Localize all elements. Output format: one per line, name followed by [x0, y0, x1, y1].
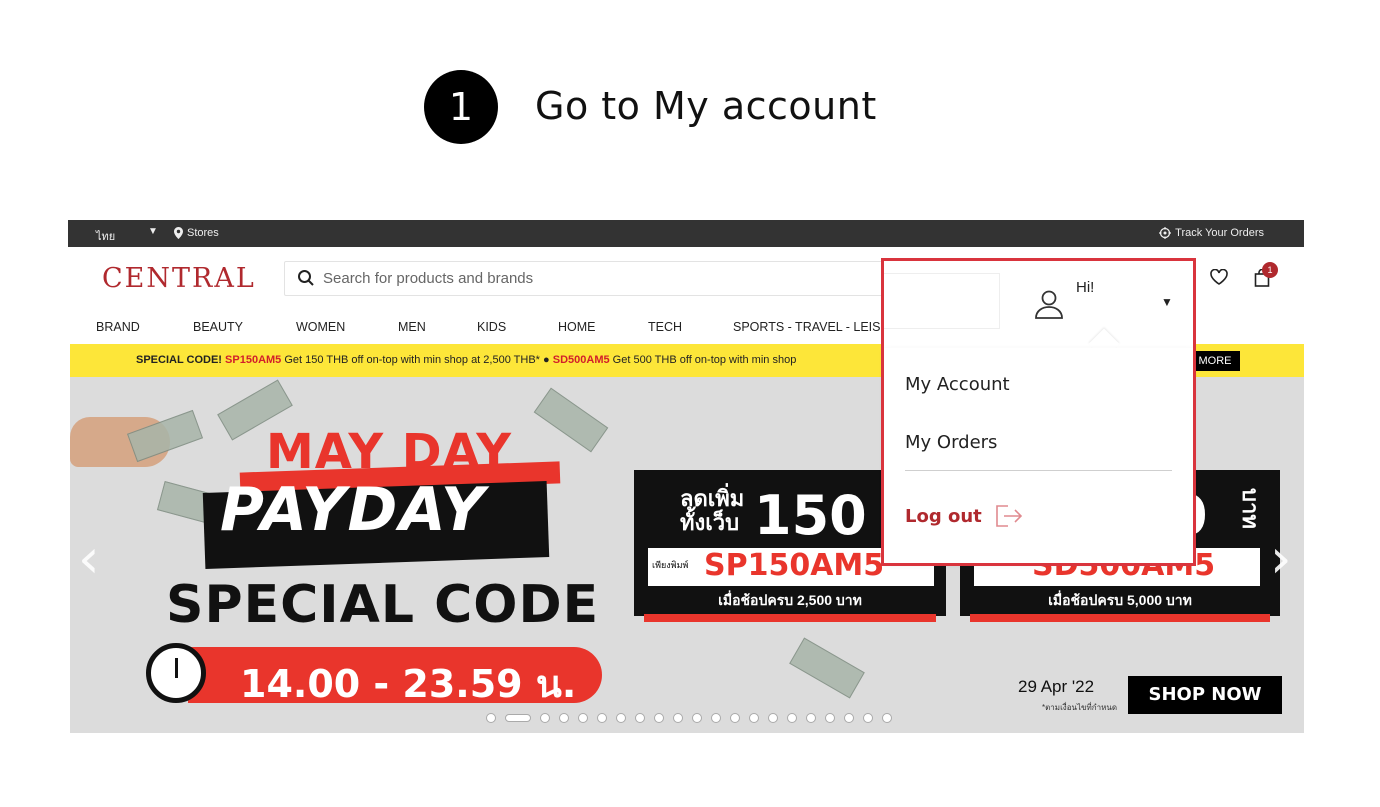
alarm-clock-icon [146, 643, 206, 703]
banner-heading-special-code: SPECIAL CODE [166, 575, 600, 635]
ticket-2-unit: บาท [1237, 488, 1262, 529]
nav-item-kids[interactable]: KIDS [477, 320, 506, 334]
carousel-dot[interactable] [654, 713, 664, 723]
utility-bar: ไทย ▼ Stores Track Your Orders [68, 220, 1304, 247]
banner-date: 29 Apr '22 [1018, 677, 1095, 696]
location-pin-icon [174, 227, 183, 239]
promo-text: SPECIAL CODE! SP150AM5 Get 150 THB off o… [136, 354, 796, 366]
central-logo[interactable]: CENTRAL [102, 263, 256, 294]
carousel-dot[interactable] [616, 713, 626, 723]
heart-icon[interactable] [1210, 269, 1228, 285]
carousel-dot[interactable] [578, 713, 588, 723]
promo-desc-2: Get 500 THB off on-top with min shop [612, 354, 797, 366]
promo-bullet: ● [543, 354, 550, 366]
banknote-image [533, 387, 609, 453]
nav-item-women[interactable]: WOMEN [296, 320, 345, 334]
promo-code-1: SP150AM5 [225, 354, 282, 366]
step-title: Go to My account [535, 84, 877, 128]
track-orders-label: Track Your Orders [1175, 227, 1264, 239]
carousel-dot[interactable] [844, 713, 854, 723]
search-icon[interactable] [297, 269, 315, 287]
ticket-1-condition: เมื่อช้อปครบ 2,500 บาท [718, 592, 862, 608]
highlight-frame [881, 258, 1196, 566]
promo-lead: SPECIAL CODE! [136, 354, 222, 366]
carousel-dot[interactable] [749, 713, 759, 723]
target-icon [1159, 227, 1172, 239]
nav-item-home[interactable]: HOME [558, 320, 596, 334]
ticket-2-condition: เมื่อช้อปครบ 5,000 บาท [1048, 592, 1192, 608]
banknote-image [789, 637, 865, 699]
banner-time: 14.00 - 23.59 น. [240, 662, 577, 706]
carousel-dot[interactable] [711, 713, 721, 723]
nav-item-tech[interactable]: TECH [648, 320, 682, 334]
ticket-1-text: ลดเพิ่ม ทั้งเว็บ [680, 488, 744, 536]
banner-heading-payday: PAYDAY [220, 475, 487, 545]
chevron-right-icon[interactable]: › [1270, 527, 1292, 590]
chevron-left-icon[interactable]: ‹ [78, 527, 100, 590]
carousel-dot[interactable] [692, 713, 702, 723]
ticket-red-stripe [644, 614, 936, 622]
carousel-dot[interactable] [787, 713, 797, 723]
banner-date-note: *ตามเงื่อนไขที่กำหนด [1042, 703, 1118, 712]
ticket-1-line-a: ลดเพิ่ม [680, 487, 745, 512]
carousel-dot[interactable] [730, 713, 740, 723]
carousel-dot[interactable] [559, 713, 569, 723]
carousel-dot[interactable] [825, 713, 835, 723]
carousel-dots [486, 713, 892, 723]
nav-item-sports-travel[interactable]: SPORTS - TRAVEL - LEIS [733, 320, 881, 334]
shop-now-button[interactable]: SHOP NOW [1128, 676, 1282, 714]
chevron-down-icon[interactable]: ▼ [148, 226, 158, 237]
carousel-dot[interactable] [635, 713, 645, 723]
stores-label: Stores [187, 227, 219, 239]
search-input[interactable] [323, 262, 883, 295]
carousel-dot[interactable] [806, 713, 816, 723]
promo-more-button[interactable]: MORE [1190, 351, 1240, 371]
track-orders-link[interactable]: Track Your Orders [1159, 227, 1264, 239]
nav-item-men[interactable]: MEN [398, 320, 426, 334]
nav-item-beauty[interactable]: BEAUTY [193, 320, 243, 334]
carousel-dot[interactable] [863, 713, 873, 723]
stores-link[interactable]: Stores [174, 227, 219, 239]
carousel-dot[interactable] [673, 713, 683, 723]
ticket-1-small: เพียงพิมพ์ [652, 560, 689, 570]
banner-heading-mayday: MAY DAY [266, 424, 512, 480]
carousel-dot[interactable] [882, 713, 892, 723]
cart-count-badge: 1 [1262, 262, 1278, 278]
nav-item-brand[interactable]: BRAND [96, 320, 140, 334]
ticket-red-stripe [970, 614, 1270, 622]
promo-code-2: SD500AM5 [552, 354, 610, 366]
ticket-1-code: SP150AM5 [704, 548, 885, 583]
carousel-dot[interactable] [768, 713, 778, 723]
carousel-dot[interactable] [597, 713, 607, 723]
language-selector[interactable]: ไทย [96, 227, 115, 245]
tutorial-page: 1 Go to My account ไทย ▼ Stores Track Yo… [0, 0, 1380, 807]
ticket-1-amount: 150 [754, 484, 867, 547]
promo-desc-1: Get 150 THB off on-top with min shop at … [284, 354, 540, 366]
ticket-1-line-b: ทั้งเว็บ [680, 511, 740, 536]
carousel-dot[interactable] [540, 713, 550, 723]
carousel-dot[interactable] [486, 713, 496, 723]
step-number-badge: 1 [424, 70, 498, 144]
carousel-dot[interactable] [505, 714, 531, 722]
